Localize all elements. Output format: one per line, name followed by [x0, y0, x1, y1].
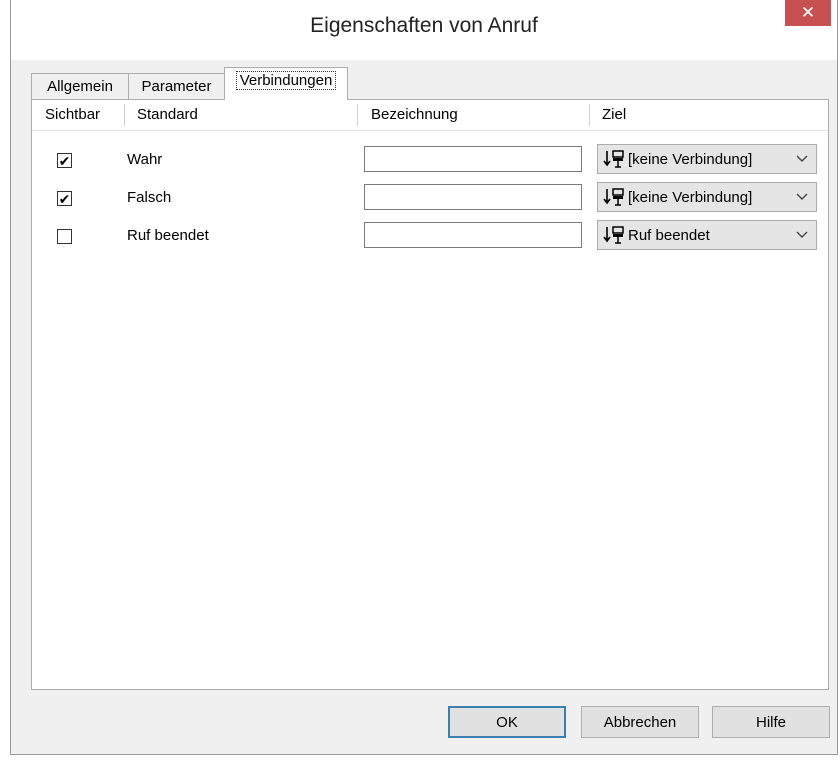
tab-parameter[interactable]: Parameter	[128, 73, 225, 99]
name-input[interactable]	[364, 146, 582, 172]
cancel-button[interactable]: Abbrechen	[581, 706, 699, 738]
ok-button[interactable]: OK	[448, 706, 566, 738]
column-divider[interactable]	[589, 104, 590, 126]
column-divider[interactable]	[357, 104, 358, 126]
table-row: ✔ Falsch [keine Verbindung]	[32, 180, 828, 218]
tab-label: Verbindungen	[235, 71, 337, 90]
table-row: ✔ Wahr [keine Verbindung]	[32, 142, 828, 180]
target-dropdown[interactable]: [keine Verbindung]	[597, 182, 817, 212]
tab-label: Allgemein	[47, 78, 113, 95]
target-dropdown[interactable]: Ruf beendet	[597, 220, 817, 250]
chevron-down-icon	[796, 229, 808, 241]
close-button[interactable]: ✕	[785, 0, 831, 26]
target-value: [keine Verbindung]	[628, 150, 753, 168]
connection-icon	[602, 146, 626, 172]
close-icon: ✕	[800, 3, 816, 22]
tab-label: Parameter	[141, 78, 212, 95]
row-label: Ruf beendet	[127, 227, 209, 244]
name-input[interactable]	[364, 222, 582, 248]
target-value: Ruf beendet	[628, 226, 710, 244]
title-bar: Eigenschaften von Anruf ✕	[11, 0, 837, 60]
column-header-ziel[interactable]: Ziel	[602, 100, 626, 130]
window-title: Eigenschaften von Anruf	[310, 14, 538, 37]
tab-allgemein[interactable]: Allgemein	[31, 73, 129, 99]
column-header-sichtbar[interactable]: Sichtbar	[45, 100, 100, 130]
column-divider[interactable]	[124, 104, 125, 126]
row-label: Falsch	[127, 189, 172, 206]
help-button[interactable]: Hilfe	[712, 706, 830, 738]
chevron-down-icon	[796, 191, 808, 203]
column-header-bezeichnung[interactable]: Bezeichnung	[371, 100, 458, 130]
connection-icon	[602, 222, 626, 248]
table-row: Ruf beendet Ruf beendet	[32, 218, 828, 256]
visible-checkbox[interactable]: ✔	[57, 191, 72, 206]
connections-panel: Sichtbar Standard Bezeichnung Ziel ✔ Wah…	[31, 99, 829, 690]
column-header-standard[interactable]: Standard	[137, 100, 198, 130]
chevron-down-icon	[796, 153, 808, 165]
visible-checkbox[interactable]: ✔	[57, 153, 72, 168]
target-value: [keine Verbindung]	[628, 188, 753, 206]
name-input[interactable]	[364, 184, 582, 210]
connection-icon	[602, 184, 626, 210]
table-header: Sichtbar Standard Bezeichnung Ziel	[32, 100, 828, 131]
visible-checkbox[interactable]	[57, 229, 72, 244]
row-label: Wahr	[127, 151, 163, 168]
target-dropdown[interactable]: [keine Verbindung]	[597, 144, 817, 174]
properties-dialog: Eigenschaften von Anruf ✕ Allgemein Para…	[10, 0, 838, 755]
tab-verbindungen[interactable]: Verbindungen	[224, 67, 348, 100]
